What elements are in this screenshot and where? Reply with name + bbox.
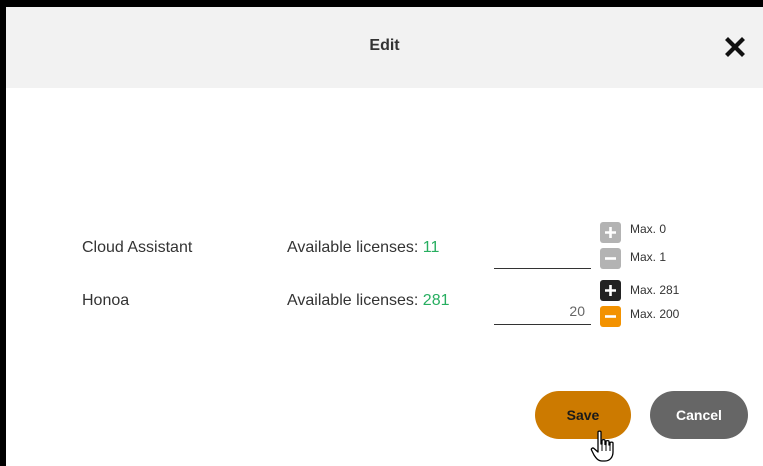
minus-icon	[605, 257, 616, 260]
frame-edge-top	[0, 0, 763, 7]
edit-dialog: Edit Cloud Assistant Available licenses:…	[6, 7, 763, 466]
plus-icon	[605, 285, 616, 296]
quantity-input[interactable]	[494, 297, 591, 325]
decrement-max-label: Max. 200	[630, 307, 680, 321]
cancel-button[interactable]: Cancel	[650, 391, 748, 439]
plus-icon	[605, 227, 616, 238]
available-licenses: Available licenses: 11	[287, 238, 439, 258]
decrement-button[interactable]	[600, 306, 621, 327]
available-label: Available licenses:	[287, 239, 419, 256]
minus-icon	[605, 315, 616, 318]
increment-button[interactable]	[600, 280, 621, 301]
decrement-max-label: Max. 1	[630, 250, 667, 264]
decrement-button[interactable]	[600, 248, 621, 269]
dialog-header: Edit	[6, 7, 763, 88]
increment-max-label: Max. 0	[630, 222, 667, 236]
close-button[interactable]	[723, 35, 747, 59]
close-icon	[725, 37, 745, 57]
available-label: Available licenses:	[287, 292, 419, 309]
available-licenses: Available licenses: 281	[287, 291, 450, 311]
product-name: Honoa	[82, 292, 130, 309]
save-button[interactable]: Save	[535, 391, 631, 439]
increment-max-label: Max. 281	[630, 283, 680, 297]
available-count: 11	[422, 239, 440, 256]
available-count: 281	[422, 292, 450, 309]
window-frame: Edit Cloud Assistant Available licenses:…	[0, 0, 763, 466]
product-name: Cloud Assistant	[82, 239, 193, 256]
quantity-input[interactable]	[494, 241, 591, 269]
dialog-title: Edit	[369, 37, 400, 54]
increment-button[interactable]	[600, 222, 621, 243]
